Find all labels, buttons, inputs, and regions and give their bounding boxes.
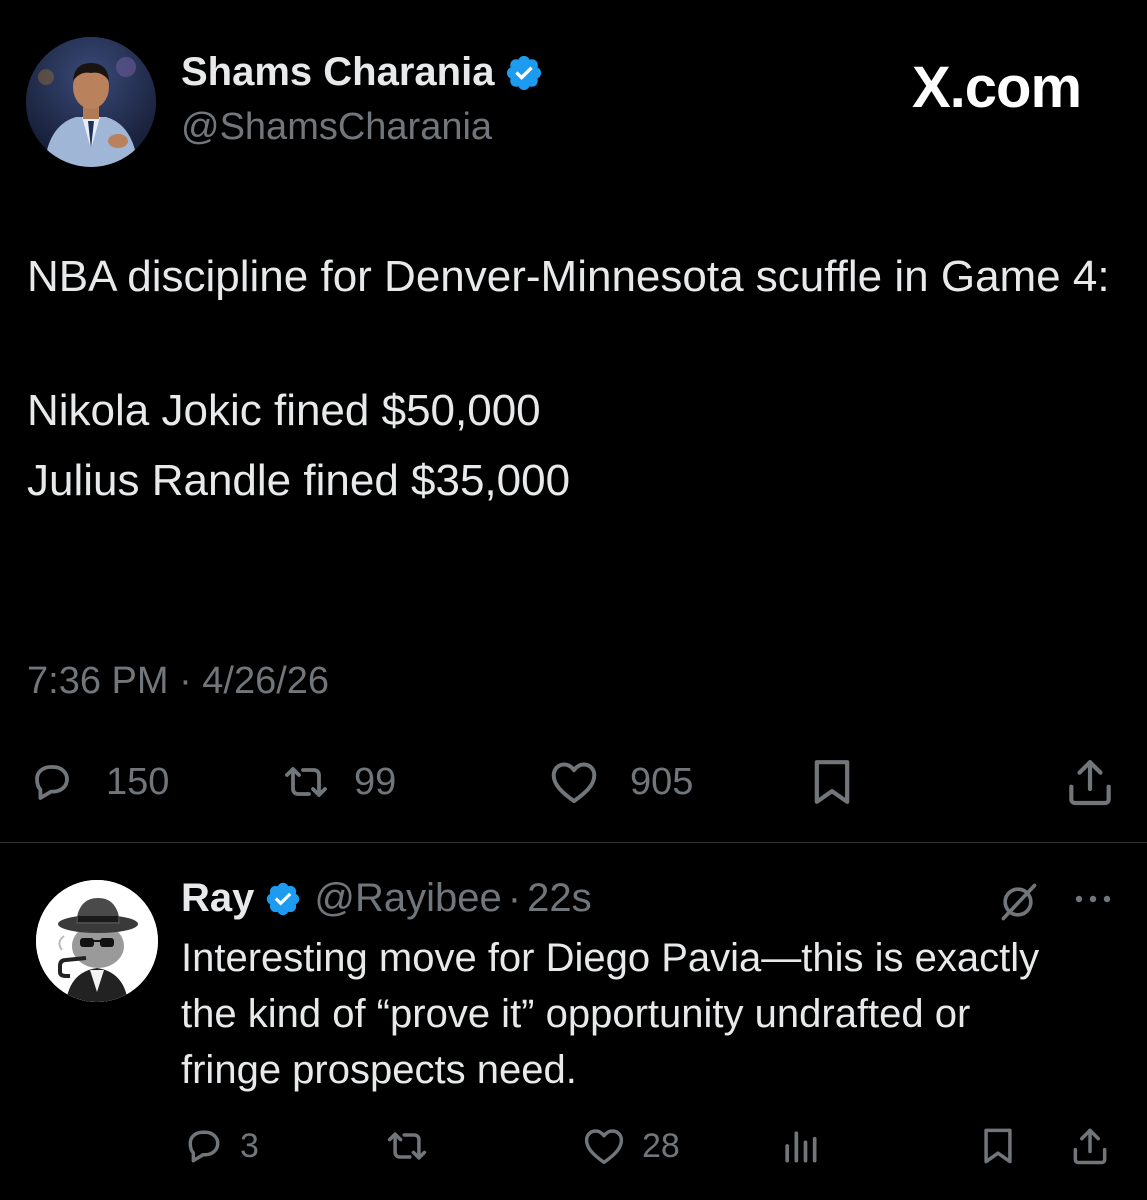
heart-icon (551, 762, 597, 804)
brand-watermark: X.com (912, 55, 1082, 120)
reply-views-button[interactable] (778, 1123, 822, 1169)
reply-reply-button[interactable]: 3 (182, 1123, 259, 1169)
reply-bookmark-button[interactable] (976, 1123, 1020, 1169)
reply-count: 150 (106, 760, 170, 803)
reply-timestamp[interactable]: 22s (527, 876, 592, 921)
reply-share-button[interactable] (1068, 1123, 1112, 1169)
bookmark-button[interactable] (804, 756, 860, 808)
views-chart-icon (785, 1131, 817, 1163)
share-icon (1073, 1128, 1107, 1165)
tweet-timestamp[interactable]: 7:36 PM · 4/26/26 (27, 660, 329, 703)
tweet-text: NBA discipline for Denver-Minnesota scuf… (27, 242, 1117, 516)
reply-icon (188, 1130, 220, 1163)
repost-button[interactable]: 99 (282, 756, 396, 808)
reply-header: Ray @Rayibee · 22s (181, 876, 592, 921)
repost-icon (387, 1132, 427, 1160)
share-icon (1069, 760, 1111, 806)
tweet-text-line: Nikola Jokic fined $50,000 (27, 386, 541, 435)
tweet-text-line: Julius Randle fined $35,000 (27, 456, 571, 505)
reply-repost-button[interactable] (385, 1123, 443, 1169)
divider (0, 842, 1147, 843)
reply-like-count: 28 (642, 1126, 680, 1165)
reply-separator: · (507, 876, 522, 920)
reply-author-name[interactable]: Ray (181, 876, 254, 921)
share-button[interactable] (1062, 756, 1118, 808)
more-options-icon[interactable] (1070, 884, 1116, 914)
reply-author-avatar[interactable] (36, 880, 158, 1002)
reply-text: Interesting move for Diego Pavia—this is… (181, 936, 1040, 1092)
bookmark-icon (814, 760, 850, 804)
verified-badge-icon (267, 882, 300, 915)
avatar-photo-icon (26, 37, 156, 167)
verified-badge-icon (507, 55, 542, 90)
reply-icon (35, 765, 69, 800)
like-button[interactable]: 905 (546, 756, 693, 808)
author-name-text: Shams Charania (181, 50, 495, 94)
cat-avatar-icon (36, 880, 158, 1002)
repost-count: 99 (354, 760, 397, 803)
reply-author-handle[interactable]: @Rayibee (314, 876, 501, 921)
like-count: 905 (630, 760, 694, 803)
bookmark-icon (984, 1128, 1012, 1164)
heart-icon (584, 1129, 624, 1165)
author-avatar[interactable] (26, 37, 156, 167)
grok-icon[interactable] (996, 880, 1040, 924)
repost-icon (285, 767, 327, 797)
author-name[interactable]: Shams Charania (181, 50, 544, 95)
reply-button[interactable]: 150 (28, 756, 169, 808)
author-handle[interactable]: @ShamsCharania (181, 106, 492, 149)
tweet-text-line: NBA discipline for Denver-Minnesota scuf… (27, 252, 1110, 301)
reply-reply-count: 3 (240, 1126, 259, 1165)
reply-like-button[interactable]: 28 (580, 1123, 680, 1169)
